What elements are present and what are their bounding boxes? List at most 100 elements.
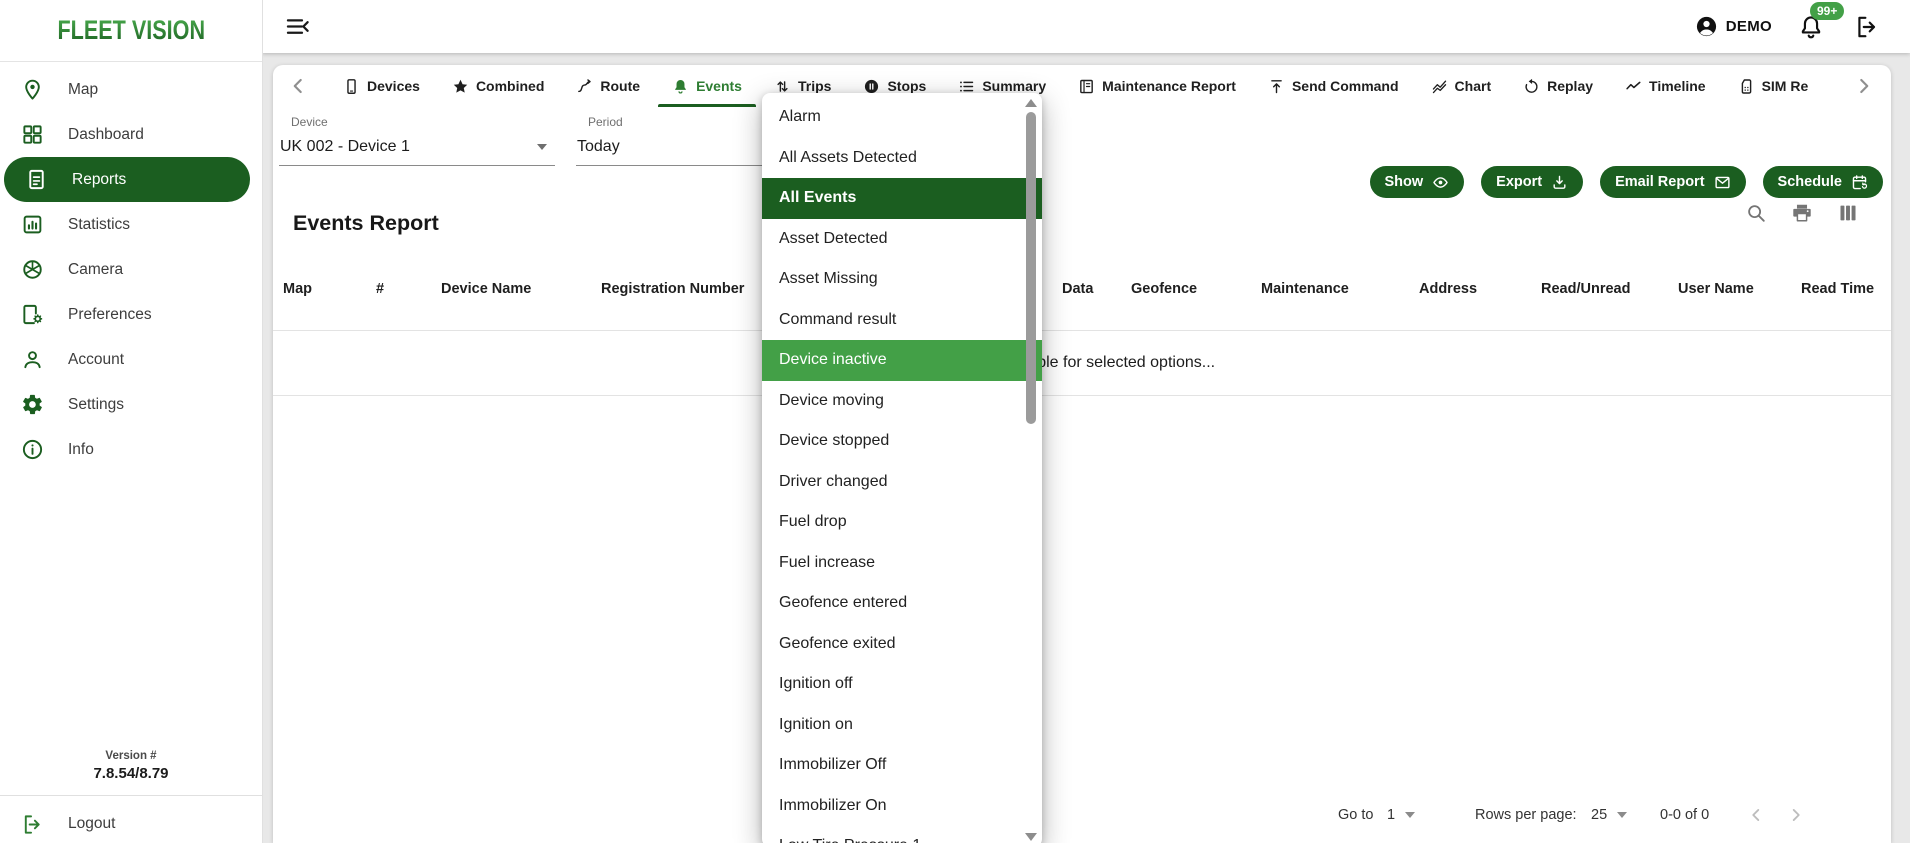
column-header[interactable]: # bbox=[376, 281, 384, 297]
export-button[interactable]: Export bbox=[1481, 166, 1583, 198]
tab-timeline[interactable]: Timeline bbox=[1625, 65, 1706, 107]
event-type-option[interactable]: Ignition off bbox=[762, 664, 1042, 705]
event-type-option[interactable]: Immobilizer Off bbox=[762, 745, 1042, 786]
sidebar-item-label: Preferences bbox=[68, 306, 152, 324]
event-type-option[interactable]: All Assets Detected bbox=[762, 138, 1042, 179]
menu-open-icon[interactable] bbox=[284, 13, 311, 40]
tab-devices[interactable]: Devices bbox=[343, 65, 420, 107]
event-type-option[interactable]: Alarm bbox=[762, 97, 1042, 138]
event-type-option[interactable]: Command result bbox=[762, 300, 1042, 341]
column-header[interactable]: User Name bbox=[1678, 281, 1754, 297]
sidebar-item-label: Reports bbox=[72, 171, 126, 189]
tab-replay[interactable]: Replay bbox=[1523, 65, 1593, 107]
event-type-option[interactable]: Asset Detected bbox=[762, 219, 1042, 260]
sidebar-item-preferences[interactable]: Preferences bbox=[0, 292, 262, 337]
column-header[interactable]: Map bbox=[283, 281, 312, 297]
event-type-option[interactable]: Geofence entered bbox=[762, 583, 1042, 624]
settings-icon bbox=[21, 393, 44, 416]
action-button-label: Export bbox=[1496, 174, 1542, 190]
event-type-option[interactable]: Ignition on bbox=[762, 705, 1042, 746]
show-button[interactable]: Show bbox=[1370, 166, 1465, 198]
sidebar-item-map[interactable]: Map bbox=[0, 67, 262, 112]
statistics-icon bbox=[21, 213, 44, 236]
previous-page-icon[interactable] bbox=[1745, 804, 1767, 826]
event-type-option[interactable]: Device moving bbox=[762, 381, 1042, 422]
tabs-scroll-left-icon[interactable] bbox=[285, 73, 311, 99]
scroll-up-icon[interactable] bbox=[1025, 99, 1037, 107]
pagination-bar: Go to 1 Rows per page: 25 0-0 of 0 bbox=[273, 803, 1891, 831]
event-type-option[interactable]: Device inactive bbox=[762, 340, 1042, 381]
event-type-option-label: Asset Detected bbox=[779, 230, 888, 248]
sidebar-item-settings[interactable]: Settings bbox=[0, 382, 262, 427]
sidebar-item-statistics[interactable]: Statistics bbox=[0, 202, 262, 247]
rows-per-page-select[interactable]: 25 bbox=[1591, 807, 1627, 823]
report-doc-icon bbox=[25, 168, 48, 191]
tab-route[interactable]: Route bbox=[576, 65, 640, 107]
sidebar-item-label: Info bbox=[68, 441, 94, 459]
tab-send-command[interactable]: Send Command bbox=[1268, 65, 1399, 107]
bell-fill-icon bbox=[672, 78, 689, 95]
event-type-option[interactable]: Device stopped bbox=[762, 421, 1042, 462]
event-type-option-label: All Events bbox=[779, 189, 856, 207]
event-type-option[interactable]: Fuel drop bbox=[762, 502, 1042, 543]
column-header[interactable]: Data bbox=[1062, 281, 1093, 297]
column-header[interactable]: Read Time bbox=[1801, 281, 1874, 297]
event-type-option-label: All Assets Detected bbox=[779, 149, 917, 167]
tab-events[interactable]: Events bbox=[672, 65, 742, 107]
email-report-button[interactable]: Email Report bbox=[1600, 166, 1745, 198]
tab-label: Chart bbox=[1455, 78, 1492, 94]
scroll-down-icon[interactable] bbox=[1025, 833, 1037, 841]
column-header[interactable]: Maintenance bbox=[1261, 281, 1349, 297]
user-avatar-icon[interactable] bbox=[1694, 14, 1719, 39]
sidebar-item-label: Dashboard bbox=[68, 126, 144, 144]
event-type-option[interactable]: Fuel increase bbox=[762, 543, 1042, 584]
tab-label: Events bbox=[696, 78, 742, 94]
sidebar-item-label: Statistics bbox=[68, 216, 130, 234]
camera-icon bbox=[21, 258, 44, 281]
sidebar-item-dashboard[interactable]: Dashboard bbox=[0, 112, 262, 157]
column-header[interactable]: Geofence bbox=[1131, 281, 1197, 297]
event-type-option[interactable]: Immobilizer On bbox=[762, 786, 1042, 827]
action-button-label: Email Report bbox=[1615, 174, 1704, 190]
tab-chart[interactable]: Chart bbox=[1431, 65, 1492, 107]
signout-icon[interactable] bbox=[1854, 14, 1880, 40]
sidebar-item-camera[interactable]: Camera bbox=[0, 247, 262, 292]
event-type-option-label: Geofence exited bbox=[779, 635, 896, 653]
event-type-option-label: Fuel increase bbox=[779, 554, 875, 572]
rows-per-page-label: Rows per page: bbox=[1475, 807, 1577, 823]
event-type-option[interactable]: Asset Missing bbox=[762, 259, 1042, 300]
sidebar-item-reports[interactable]: Reports bbox=[4, 157, 250, 202]
action-button-label: Show bbox=[1385, 174, 1424, 190]
search-icon[interactable] bbox=[1745, 202, 1767, 224]
column-header[interactable]: Registration Number bbox=[601, 281, 744, 297]
download-icon bbox=[1551, 174, 1568, 191]
event-type-option-label: Ignition off bbox=[779, 675, 853, 693]
swap-vert-icon bbox=[774, 78, 791, 95]
columns-icon[interactable] bbox=[1837, 202, 1859, 224]
logout-button[interactable]: Logout bbox=[0, 803, 262, 843]
schedule-button[interactable]: Schedule bbox=[1763, 166, 1883, 198]
notifications-button[interactable]: 99+ bbox=[1798, 14, 1824, 40]
event-type-option[interactable]: Low Tire Pressure 1 bbox=[762, 826, 1042, 843]
event-type-option[interactable]: Geofence exited bbox=[762, 624, 1042, 665]
column-header[interactable]: Read/Unread bbox=[1541, 281, 1630, 297]
column-header[interactable]: Address bbox=[1419, 281, 1477, 297]
list-icon bbox=[958, 78, 975, 95]
device-select[interactable]: Device UK 002 - Device 1 bbox=[279, 115, 555, 166]
print-icon[interactable] bbox=[1791, 202, 1813, 224]
next-page-icon[interactable] bbox=[1785, 804, 1807, 826]
tab-maintenance-report[interactable]: Maintenance Report bbox=[1078, 65, 1236, 107]
tabs-scroll-right-icon[interactable] bbox=[1851, 73, 1877, 99]
star-icon bbox=[452, 78, 469, 95]
goto-page-select[interactable]: 1 bbox=[1387, 807, 1415, 823]
event-type-option[interactable]: Driver changed bbox=[762, 462, 1042, 503]
tab-sim-report[interactable]: SIM Re bbox=[1738, 65, 1809, 107]
column-header[interactable]: Device Name bbox=[441, 281, 531, 297]
tab-combined[interactable]: Combined bbox=[452, 65, 544, 107]
scrollbar-thumb[interactable] bbox=[1026, 112, 1036, 424]
tab-label: Summary bbox=[982, 78, 1046, 94]
sidebar-item-account[interactable]: Account bbox=[0, 337, 262, 382]
event-type-option[interactable]: All Events bbox=[762, 178, 1042, 219]
sidebar-item-info[interactable]: Info bbox=[0, 427, 262, 472]
sidebar-item-label: Account bbox=[68, 351, 124, 369]
